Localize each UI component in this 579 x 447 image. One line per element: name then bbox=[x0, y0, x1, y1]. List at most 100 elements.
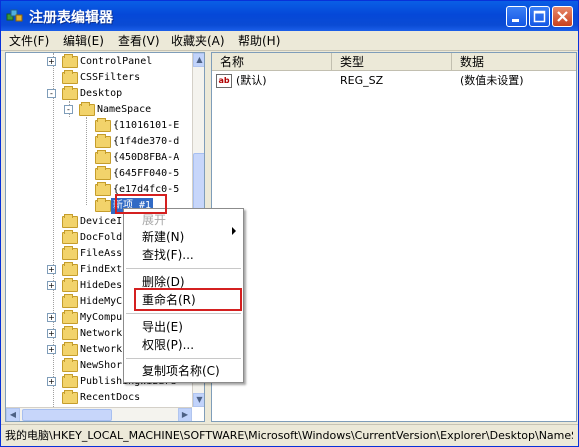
collapse-icon[interactable]: - bbox=[47, 89, 56, 98]
value-name: (默认) bbox=[236, 74, 267, 87]
tree-item[interactable]: + ControlPanel bbox=[47, 54, 192, 70]
folder-icon bbox=[95, 166, 111, 180]
tree-item-label: DocFold bbox=[80, 232, 123, 243]
maximize-button[interactable] bbox=[529, 6, 550, 27]
string-value-icon: ab bbox=[216, 74, 232, 88]
expand-icon[interactable]: + bbox=[47, 313, 56, 322]
menu-item-find[interactable]: 查找(F)... bbox=[142, 246, 194, 264]
tree-item-label: NewShor bbox=[80, 360, 123, 371]
tree-item-label: NameSpace bbox=[97, 104, 152, 115]
registry-editor-window: 注册表编辑器 文件(F) 编辑(E) 查看(V) 收藏夹(A) 帮助(H) + C… bbox=[0, 0, 579, 447]
tree-item-label: {645FF040-5 bbox=[113, 168, 180, 179]
menu-favorites[interactable]: 收藏夹(A) bbox=[171, 33, 225, 49]
folder-icon bbox=[62, 342, 78, 356]
collapse-icon[interactable]: - bbox=[64, 105, 73, 114]
folder-icon bbox=[62, 246, 78, 260]
folder-icon bbox=[62, 310, 78, 324]
status-path: 我的电脑\HKEY_LOCAL_MACHINE\SOFTWARE\Microso… bbox=[5, 429, 573, 442]
tree-item[interactable]: - NameSpace bbox=[64, 102, 192, 118]
tree-item[interactable]: RecentDocs bbox=[60, 390, 192, 406]
tree-item-label: Network bbox=[80, 344, 123, 355]
menu-item-export[interactable]: 导出(E) bbox=[142, 318, 183, 336]
value-data: (数值未设置) bbox=[460, 74, 524, 87]
menu-separator bbox=[126, 313, 241, 314]
close-button[interactable] bbox=[552, 6, 573, 27]
maximize-icon bbox=[533, 10, 546, 23]
folder-icon bbox=[62, 294, 78, 308]
folder-icon bbox=[62, 70, 78, 84]
highlight-box-new-key bbox=[115, 194, 167, 214]
tree-item-label: MyCompu bbox=[80, 312, 123, 323]
tree-item-label: HideMyC bbox=[80, 296, 123, 307]
folder-icon bbox=[62, 214, 78, 228]
expand-icon[interactable]: + bbox=[47, 265, 56, 274]
expand-icon[interactable]: + bbox=[47, 345, 56, 354]
folder-icon bbox=[62, 54, 78, 68]
folder-icon bbox=[95, 118, 111, 132]
value-type: REG_SZ bbox=[340, 74, 384, 87]
folder-icon bbox=[62, 326, 78, 340]
tree-item-label: Network bbox=[80, 328, 123, 339]
menu-item-new[interactable]: 新建(N) bbox=[142, 228, 184, 246]
scroll-down-button[interactable]: ▼ bbox=[193, 393, 204, 407]
menu-help[interactable]: 帮助(H) bbox=[238, 33, 280, 49]
registry-app-icon bbox=[6, 9, 23, 22]
tree-item-label: FindExt bbox=[80, 264, 123, 275]
submenu-arrow-icon bbox=[232, 227, 236, 235]
tree-item-label: Desktop bbox=[80, 88, 123, 99]
minimize-button[interactable] bbox=[506, 6, 527, 27]
close-icon bbox=[557, 11, 568, 22]
tree-item-label: {1f4de370-d bbox=[113, 136, 180, 147]
scroll-up-button[interactable]: ▲ bbox=[193, 53, 204, 67]
tree-item[interactable]: {645FF040-5 bbox=[93, 166, 192, 182]
menu-item-copy-key-name[interactable]: 复制项名称(C) bbox=[142, 362, 220, 380]
expand-icon[interactable]: + bbox=[47, 329, 56, 338]
title-bar[interactable]: 注册表编辑器 bbox=[1, 1, 578, 31]
minimize-icon bbox=[512, 19, 519, 22]
column-header-name[interactable]: 名称 bbox=[212, 53, 332, 71]
scroll-right-button[interactable]: ▶ bbox=[178, 408, 192, 421]
menu-separator bbox=[126, 358, 241, 359]
tree-item[interactable]: {1f4de370-d bbox=[93, 134, 192, 150]
tree-item-label: RecentDocs bbox=[80, 392, 141, 403]
expand-icon[interactable]: + bbox=[47, 281, 56, 290]
folder-icon bbox=[62, 262, 78, 276]
folder-icon bbox=[95, 150, 111, 164]
folder-icon bbox=[95, 182, 111, 196]
expand-icon[interactable]: + bbox=[47, 377, 56, 386]
menu-view[interactable]: 查看(V) bbox=[118, 33, 160, 49]
menu-item-permissions[interactable]: 权限(P)... bbox=[142, 336, 194, 354]
folder-icon bbox=[79, 102, 95, 116]
tree-item-label: ControlPanel bbox=[80, 56, 153, 67]
menu-edit[interactable]: 编辑(E) bbox=[63, 33, 104, 49]
tree-horizontal-scrollbar[interactable]: ◀ ▶ bbox=[6, 407, 192, 421]
column-header-type[interactable]: 类型 bbox=[332, 53, 452, 71]
tree-item-label: {450D8FBA-A bbox=[113, 152, 180, 163]
folder-icon bbox=[62, 374, 78, 388]
column-header-data[interactable]: 数据 bbox=[452, 53, 576, 71]
menu-separator bbox=[126, 268, 241, 269]
window-title: 注册表编辑器 bbox=[29, 10, 113, 26]
menu-bar: 文件(F) 编辑(E) 查看(V) 收藏夹(A) 帮助(H) bbox=[1, 31, 578, 51]
menu-file[interactable]: 文件(F) bbox=[9, 33, 49, 49]
status-bar: 我的电脑\HKEY_LOCAL_MACHINE\SOFTWARE\Microso… bbox=[1, 424, 578, 446]
tree-item-label: {11016101-E bbox=[113, 120, 180, 131]
folder-icon bbox=[62, 390, 78, 404]
expand-icon[interactable]: + bbox=[47, 57, 56, 66]
tree-item[interactable]: CSSFilters bbox=[60, 70, 192, 86]
folder-icon bbox=[95, 134, 111, 148]
values-pane[interactable]: 名称 类型 数据 ab (默认) REG_SZ (数值未设置) bbox=[211, 52, 577, 422]
folder-icon bbox=[62, 278, 78, 292]
scroll-thumb[interactable] bbox=[22, 409, 112, 421]
scroll-left-button[interactable]: ◀ bbox=[6, 408, 20, 421]
tree-item-label: HideDes bbox=[80, 280, 123, 291]
tree-item[interactable]: {11016101-E bbox=[93, 118, 192, 134]
tree-item-label: DeviceI bbox=[80, 216, 123, 227]
highlight-box-rename bbox=[134, 288, 242, 311]
folder-icon bbox=[62, 230, 78, 244]
tree-item[interactable]: - Desktop bbox=[47, 86, 192, 102]
folder-icon bbox=[95, 198, 111, 212]
folder-icon bbox=[62, 86, 78, 100]
tree-guide-line bbox=[86, 117, 87, 205]
tree-item[interactable]: {450D8FBA-A bbox=[93, 150, 192, 166]
